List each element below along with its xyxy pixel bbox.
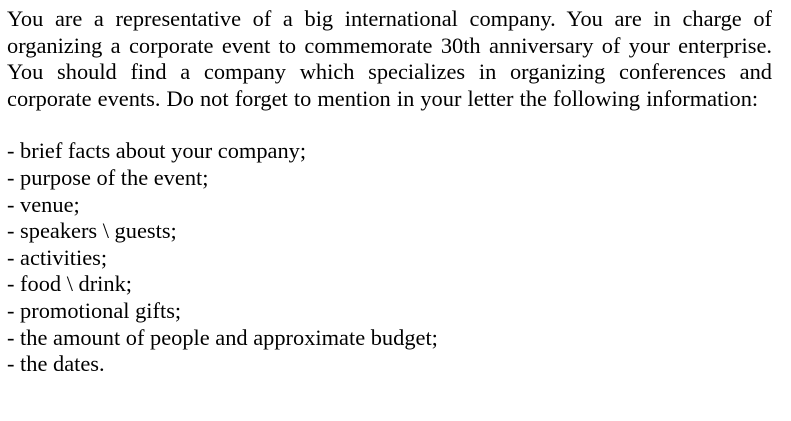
list-item: - activities; [7, 244, 108, 270]
list-item: - the amount of people and approximate b… [7, 324, 438, 350]
list-item: - purpose of the event; [7, 164, 209, 190]
list-item: - brief facts about your company; [7, 138, 307, 164]
list-item: - speakers \ guests; [7, 218, 177, 244]
list-item: - promotional gifts; [7, 297, 182, 323]
list-item: - venue; [7, 191, 80, 217]
task-document: You are a representative of a big intern… [7, 6, 772, 378]
list-item: - food \ drink; [7, 271, 132, 297]
required-information-list: - brief facts about your company; - purp… [7, 138, 772, 377]
task-intro-paragraph: You are a representative of a big intern… [7, 6, 772, 111]
list-item: - the dates. [7, 351, 105, 377]
